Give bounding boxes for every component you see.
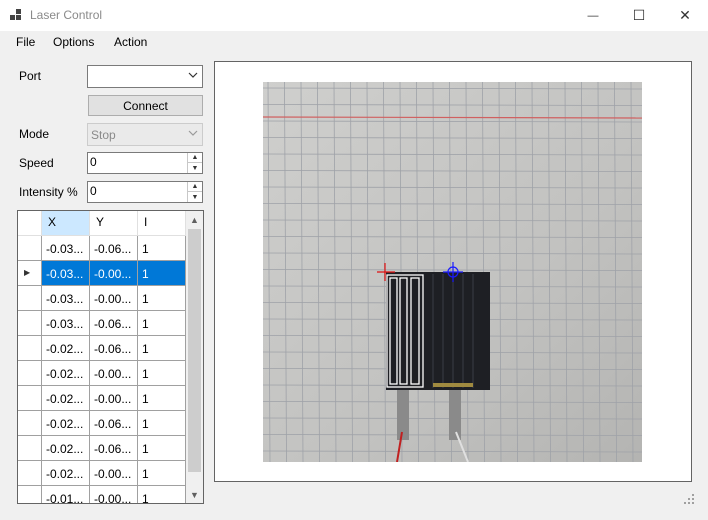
column-header-y[interactable]: Y	[90, 211, 138, 236]
right-wire-terminal	[449, 388, 461, 440]
window-title: Laser Control	[30, 8, 103, 22]
table-cell[interactable]: 1	[138, 361, 186, 386]
app-icon	[10, 9, 21, 20]
table-cell[interactable]: 1	[138, 236, 186, 261]
maximize-button[interactable]: ☐	[616, 0, 662, 31]
row-header[interactable]	[18, 386, 42, 411]
table-cell[interactable]: 1	[138, 436, 186, 461]
table-cell[interactable]: -0.06...	[90, 311, 138, 336]
column-header-x[interactable]: X	[42, 211, 90, 236]
table-cell[interactable]: -0.00...	[90, 261, 138, 286]
row-header[interactable]	[18, 436, 42, 461]
scroll-thumb[interactable]	[188, 229, 201, 472]
row-header[interactable]: ▶	[18, 261, 42, 286]
maximize-icon: ☐	[632, 7, 646, 23]
left-wire-terminal	[397, 388, 409, 440]
points-grid[interactable]: X Y I -0.03... -0.06... 1 ▶ -0.03... -0.00...…	[17, 210, 204, 504]
row-header[interactable]	[18, 486, 42, 503]
spin-up-icon[interactable]: ▲	[188, 182, 202, 192]
table-cell[interactable]: 1	[138, 486, 186, 503]
minimize-icon: —	[587, 9, 599, 22]
table-cell[interactable]: -0.01...	[42, 486, 90, 503]
table-cell[interactable]: -0.02...	[42, 436, 90, 461]
mode-value: Stop	[91, 128, 116, 142]
row-header[interactable]	[18, 411, 42, 436]
row-header[interactable]	[18, 286, 42, 311]
column-header-i[interactable]: I	[138, 211, 186, 236]
row-header[interactable]	[18, 361, 42, 386]
minimize-button[interactable]: —	[570, 0, 616, 31]
speed-spinner[interactable]: ▲ ▼	[187, 153, 202, 173]
resize-grip-icon[interactable]	[684, 494, 694, 504]
port-label: Port	[19, 69, 42, 83]
connect-button[interactable]: Connect	[88, 95, 203, 116]
connect-label: Connect	[123, 98, 168, 113]
intensity-value: 0	[90, 184, 97, 198]
menu-bar	[0, 31, 708, 53]
spin-down-icon[interactable]: ▼	[188, 163, 202, 173]
table-cell[interactable]: -0.00...	[90, 286, 138, 311]
table-cell[interactable]: -0.02...	[42, 461, 90, 486]
close-icon: ✕	[679, 7, 691, 23]
port-select[interactable]	[87, 65, 203, 88]
table-cell[interactable]: -0.03...	[42, 286, 90, 311]
row-indicator-icon: ▶	[24, 268, 31, 277]
table-cell[interactable]: 1	[138, 411, 186, 436]
close-button[interactable]: ✕	[662, 0, 708, 31]
table-cell[interactable]: 1	[138, 311, 186, 336]
spin-down-icon[interactable]: ▼	[188, 192, 202, 202]
grid-scrollbar[interactable]: ▲ ▼	[186, 211, 203, 503]
row-header[interactable]	[18, 461, 42, 486]
table-cell[interactable]: -0.02...	[42, 361, 90, 386]
row-header[interactable]	[18, 311, 42, 336]
solar-cell	[386, 272, 490, 390]
table-cell[interactable]: 1	[138, 336, 186, 361]
table-cell[interactable]: 1	[138, 261, 186, 286]
speed-value: 0	[90, 155, 97, 169]
table-cell[interactable]: 1	[138, 461, 186, 486]
scroll-down-icon[interactable]: ▼	[186, 486, 203, 503]
table-cell[interactable]: -0.02...	[42, 336, 90, 361]
camera-image[interactable]	[263, 82, 642, 462]
grid-corner	[18, 211, 42, 236]
chevron-down-icon	[188, 72, 198, 78]
table-cell[interactable]: -0.06...	[90, 236, 138, 261]
table-cell[interactable]: -0.02...	[42, 411, 90, 436]
table-cell[interactable]: -0.06...	[90, 336, 138, 361]
menu-action[interactable]: Action	[114, 35, 147, 49]
table-cell[interactable]: -0.00...	[90, 386, 138, 411]
table-cell[interactable]: 1	[138, 286, 186, 311]
table-cell[interactable]: 1	[138, 386, 186, 411]
mode-select[interactable]: Stop	[87, 123, 203, 146]
table-cell[interactable]: -0.03...	[42, 261, 90, 286]
speed-input[interactable]: 0 ▲ ▼	[87, 152, 203, 174]
menu-file[interactable]: File	[16, 35, 35, 49]
table-cell[interactable]: -0.00...	[90, 461, 138, 486]
table-cell[interactable]: -0.00...	[90, 361, 138, 386]
table-cell[interactable]: -0.03...	[42, 311, 90, 336]
table-cell[interactable]: -0.00...	[90, 486, 138, 503]
speed-label: Speed	[19, 156, 54, 170]
table-cell[interactable]: -0.02...	[42, 386, 90, 411]
row-header[interactable]	[18, 236, 42, 261]
intensity-label: Intensity %	[19, 185, 78, 199]
intensity-spinner[interactable]: ▲ ▼	[187, 182, 202, 202]
table-cell[interactable]: -0.06...	[90, 411, 138, 436]
mode-label: Mode	[19, 127, 50, 141]
spin-up-icon[interactable]: ▲	[188, 153, 202, 163]
table-cell[interactable]: -0.06...	[90, 436, 138, 461]
intensity-input[interactable]: 0 ▲ ▼	[87, 181, 203, 203]
menu-options[interactable]: Options	[53, 35, 94, 49]
row-header[interactable]	[18, 336, 42, 361]
chevron-down-icon	[188, 130, 198, 136]
table-cell[interactable]: -0.03...	[42, 236, 90, 261]
scroll-up-icon[interactable]: ▲	[186, 211, 203, 228]
